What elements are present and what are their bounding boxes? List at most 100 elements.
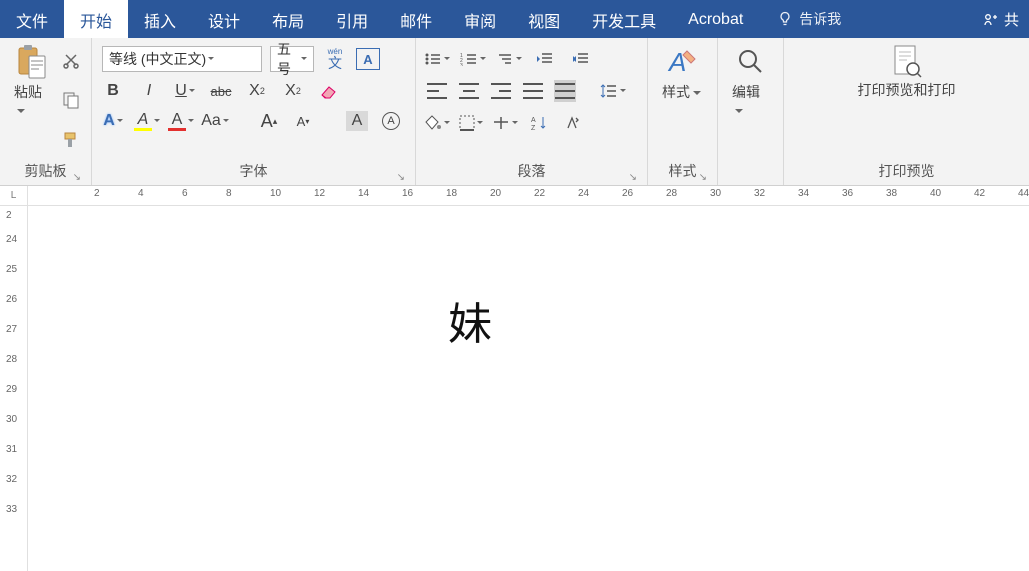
align-justify-button[interactable] (522, 80, 544, 102)
bold-button[interactable]: B (102, 80, 124, 102)
align-center-button[interactable] (458, 80, 480, 102)
format-painter-icon (62, 131, 80, 149)
multilevel-list-icon (496, 52, 514, 66)
phonetic-guide-button[interactable]: wén 文 (322, 48, 348, 70)
font-size-value: 五号 (277, 39, 299, 79)
align-right-icon (491, 83, 511, 99)
borders-button[interactable] (460, 112, 482, 134)
subscript-button[interactable]: X2 (246, 80, 268, 102)
align-distributed-icon (555, 83, 575, 99)
font-color-button[interactable]: A (170, 110, 192, 132)
numbering-button[interactable]: 123 (462, 48, 484, 70)
cut-button[interactable] (60, 50, 82, 72)
tab-acrobat[interactable]: Acrobat (672, 0, 759, 38)
highlight-button[interactable]: A (136, 110, 158, 132)
document-page[interactable]: 妹 (28, 206, 1029, 571)
paste-label: 粘贴 (14, 82, 50, 118)
format-painter-button[interactable] (60, 129, 82, 151)
tab-design[interactable]: 设计 (192, 0, 256, 38)
text-effects-button[interactable]: A (102, 110, 124, 132)
print-preview-button[interactable]: 打印预览和打印 (792, 42, 1021, 159)
styles-icon: A (664, 44, 700, 80)
char-shade-button[interactable]: A (346, 111, 368, 131)
font-name-combo[interactable]: 等线 (中文正文) (102, 46, 262, 72)
ruler-h-tick: 4 (138, 188, 144, 199)
ruler-h-tick: 8 (226, 188, 232, 199)
tab-insert[interactable]: 插入 (128, 0, 192, 38)
tab-developer[interactable]: 开发工具 (576, 0, 672, 38)
decrease-indent-button[interactable] (534, 48, 556, 70)
share-label: 共 (1004, 9, 1019, 30)
ruler-h-tick: 12 (314, 188, 325, 199)
ruler-h-tick: 26 (622, 188, 633, 199)
group-clipboard: 粘贴 剪贴板 (0, 38, 92, 185)
strikethrough-button[interactable]: abc (210, 80, 232, 102)
change-case-button[interactable]: Aa (204, 110, 226, 132)
editing-button[interactable]: 编辑 (726, 42, 775, 179)
align-justify-icon (523, 83, 543, 99)
multilevel-list-button[interactable] (498, 48, 520, 70)
shading-button[interactable] (426, 112, 448, 134)
tell-me-search[interactable]: 告诉我 (765, 0, 853, 38)
print-preview-label: 打印预览和打印 (858, 82, 956, 99)
ribbon-tabbar: 文件 开始 插入 设计 布局 引用 邮件 审阅 视图 开发工具 Acrobat … (0, 0, 1029, 38)
group-font: 等线 (中文正文) 五号 wén 文 A B I U abc X2 X2 A A (92, 38, 416, 185)
tab-review[interactable]: 审阅 (448, 0, 512, 38)
svg-text:3: 3 (460, 63, 463, 66)
superscript-button[interactable]: X2 (282, 80, 304, 102)
line-spacing-button[interactable] (602, 80, 624, 102)
styles-button[interactable]: A 样式 (656, 42, 707, 159)
document-body-text[interactable]: 妹 (448, 288, 492, 352)
underline-button[interactable]: U (174, 80, 196, 102)
ruler-v-tick: 27 (6, 324, 17, 335)
align-left-icon (427, 83, 447, 99)
align-distributed-button[interactable] (554, 80, 576, 102)
work-area: 224252627282930313233 妹 (0, 206, 1029, 571)
sort-button[interactable]: AZ (528, 112, 550, 134)
font-name-value: 等线 (中文正文) (109, 49, 206, 69)
group-styles: A 样式 样式 (648, 38, 718, 185)
ruler-h-tick: 6 (182, 188, 188, 199)
sort-icon: AZ (530, 115, 548, 131)
asian-layout-button[interactable] (494, 112, 516, 134)
bullets-button[interactable] (426, 48, 448, 70)
group-editing: 编辑 (718, 38, 784, 185)
ruler-horizontal[interactable]: 2468101214161820222426283032343638404244 (28, 186, 1029, 205)
group-clipboard-label: 剪贴板 (8, 159, 83, 185)
ruler-v-tick: 32 (6, 474, 17, 485)
tab-home[interactable]: 开始 (64, 0, 128, 38)
grow-font-button[interactable]: A▴ (258, 110, 280, 132)
font-size-combo[interactable]: 五号 (270, 46, 314, 72)
tab-mail[interactable]: 邮件 (384, 0, 448, 38)
pilcrow-icon (565, 115, 581, 131)
ruler-vertical[interactable]: 224252627282930313233 (0, 206, 28, 571)
italic-button[interactable]: I (138, 80, 160, 102)
char-border-button[interactable]: A (356, 48, 380, 70)
align-right-button[interactable] (490, 80, 512, 102)
align-left-button[interactable] (426, 80, 448, 102)
show-marks-button[interactable] (562, 112, 584, 134)
copy-button[interactable] (60, 89, 82, 111)
ruler-h-tick: 34 (798, 188, 809, 199)
group-print-preview: 打印预览和打印 打印预览 (784, 38, 1029, 185)
clear-formatting-button[interactable] (318, 80, 340, 102)
group-print-label: 打印预览 (792, 159, 1021, 185)
group-font-label: 字体 (100, 159, 407, 185)
tab-layout[interactable]: 布局 (256, 0, 320, 38)
asian-layout-icon (492, 115, 510, 131)
shrink-font-button[interactable]: A▾ (292, 110, 314, 132)
tab-view[interactable]: 视图 (512, 0, 576, 38)
ruler-h-tick: 42 (974, 188, 985, 199)
tab-file[interactable]: 文件 (0, 0, 64, 38)
paste-icon (14, 44, 50, 80)
ruler-row: L 24681012141618202224262830323436384042… (0, 186, 1029, 206)
increase-indent-button[interactable] (570, 48, 592, 70)
svg-text:Z: Z (531, 125, 536, 131)
paste-button[interactable]: 粘贴 (8, 42, 56, 159)
ruler-h-tick: 32 (754, 188, 765, 199)
find-icon (733, 44, 769, 80)
ruler-v-tick: 2 (6, 210, 12, 221)
enclose-char-button[interactable]: A (380, 110, 402, 132)
tab-references[interactable]: 引用 (320, 0, 384, 38)
share-button[interactable]: 共 (972, 0, 1029, 38)
